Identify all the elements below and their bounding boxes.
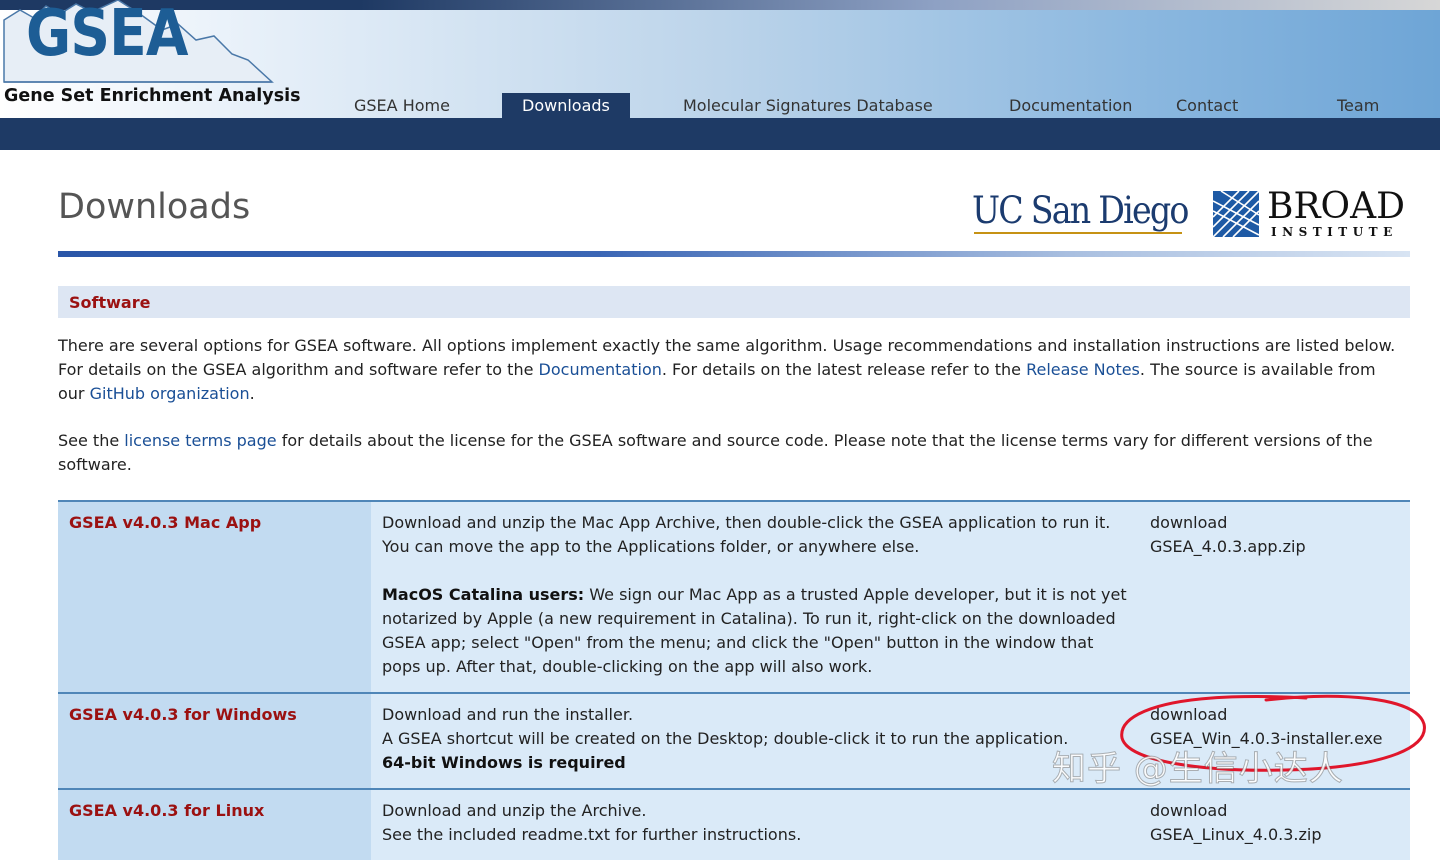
windows-requirement: 64-bit Windows is required: [382, 753, 626, 772]
broad-mark-icon: [1213, 190, 1260, 238]
mac-desc-2: MacOS Catalina users: We sign our Mac Ap…: [382, 583, 1128, 679]
ucsd-logo-underline: [974, 232, 1182, 234]
linux-file-link[interactable]: GSEA_Linux_4.0.3.zip: [1150, 823, 1399, 847]
intro-text-2: . For details on the latest release refe…: [661, 360, 1027, 379]
ucsd-logo[interactable]: UC San Diego: [972, 189, 1189, 236]
watermark-text: 知乎 @生信小达人: [1052, 749, 1344, 789]
linux-line-1: Download and unzip the Archive.: [382, 801, 647, 820]
section-title: Software: [69, 293, 151, 312]
release-notes-link[interactable]: Release Notes: [1026, 360, 1140, 379]
page-title: Downloads: [58, 187, 251, 227]
nav-gsea-home[interactable]: GSEA Home: [354, 93, 450, 118]
mac-file-link[interactable]: GSEA_4.0.3.app.zip: [1150, 535, 1399, 559]
license-text-1: See the: [58, 431, 125, 450]
linux-line-2: See the included readme.txt for further …: [382, 825, 802, 844]
row-download-linux: download GSEA_Linux_4.0.3.zip: [1139, 788, 1410, 860]
windows-download-link[interactable]: download: [1150, 703, 1399, 727]
windows-file-link[interactable]: GSEA_Win_4.0.3-installer.exe: [1150, 727, 1399, 751]
broad-logo[interactable]: BROAD INSTITUTE: [1213, 189, 1413, 241]
main-nav: GSEA Home Downloads Molecular Signatures…: [0, 93, 1440, 118]
row-download-mac: download GSEA_4.0.3.app.zip: [1139, 500, 1410, 693]
row-name-windows: GSEA v4.0.3 for Windows: [58, 692, 371, 789]
mac-catalina-label: MacOS Catalina users:: [382, 585, 585, 604]
nav-documentation[interactable]: Documentation: [1009, 93, 1132, 118]
nav-contact[interactable]: Contact: [1176, 93, 1238, 118]
linux-download-link[interactable]: download: [1150, 799, 1399, 823]
windows-line-2: A GSEA shortcut will be created on the D…: [382, 729, 1069, 748]
table-row: GSEA v4.0.3 for Linux Download and unzip…: [58, 788, 1410, 860]
documentation-link[interactable]: Documentation: [539, 360, 662, 379]
nav-msigdb[interactable]: Molecular Signatures Database: [683, 93, 933, 118]
table-row: GSEA v4.0.3 Mac App Download and unzip t…: [58, 500, 1410, 693]
row-desc-mac: Download and unzip the Mac App Archive, …: [371, 500, 1139, 693]
title-divider: [58, 251, 1410, 257]
row-desc-linux: Download and unzip the Archive. See the …: [371, 788, 1139, 860]
section-header-software: Software: [58, 286, 1410, 318]
downloads-table: GSEA v4.0.3 Mac App Download and unzip t…: [58, 500, 1410, 860]
ucsd-logo-text: UC San Diego: [972, 189, 1189, 232]
row-name-linux: GSEA v4.0.3 for Linux: [58, 788, 371, 860]
intro-text-4: .: [249, 384, 255, 403]
nav-downloads[interactable]: Downloads: [502, 93, 630, 118]
logo-wordmark: GSEA: [26, 0, 188, 71]
broad-logo-subtext: INSTITUTE: [1271, 225, 1398, 239]
row-name-mac: GSEA v4.0.3 Mac App: [58, 500, 371, 693]
row-desc-windows: Download and run the installer. A GSEA s…: [371, 692, 1139, 789]
intro-paragraph: There are several options for GSEA softw…: [58, 334, 1403, 406]
mac-desc-1: Download and unzip the Mac App Archive, …: [382, 513, 1111, 556]
mac-download-link[interactable]: download: [1150, 511, 1399, 535]
license-paragraph: See the license terms page for details a…: [58, 429, 1403, 477]
nav-bar-strip: [0, 118, 1440, 150]
license-terms-link[interactable]: license terms page: [124, 431, 276, 450]
nav-team[interactable]: Team: [1337, 93, 1379, 118]
github-link[interactable]: GitHub organization: [90, 384, 250, 403]
windows-line-1: Download and run the installer.: [382, 705, 634, 724]
broad-logo-text: BROAD: [1267, 186, 1405, 227]
